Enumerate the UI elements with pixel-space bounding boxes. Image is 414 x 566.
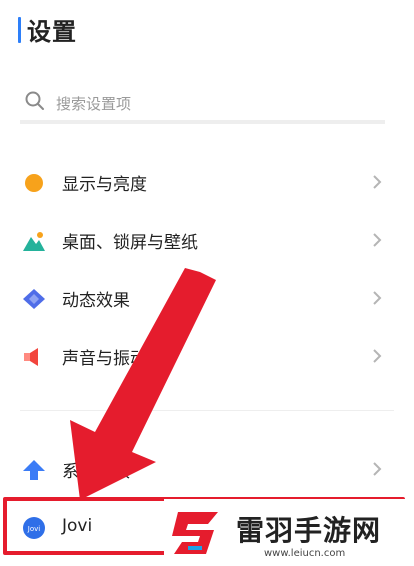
- watermark-logo-icon: [172, 512, 218, 554]
- red-arrow-annotation: [70, 268, 216, 500]
- watermark: 雷羽手游网 www.leiucn.com: [164, 499, 406, 566]
- watermark-brand: 雷羽手游网: [236, 514, 382, 547]
- watermark-url: www.leiucn.com: [264, 548, 346, 559]
